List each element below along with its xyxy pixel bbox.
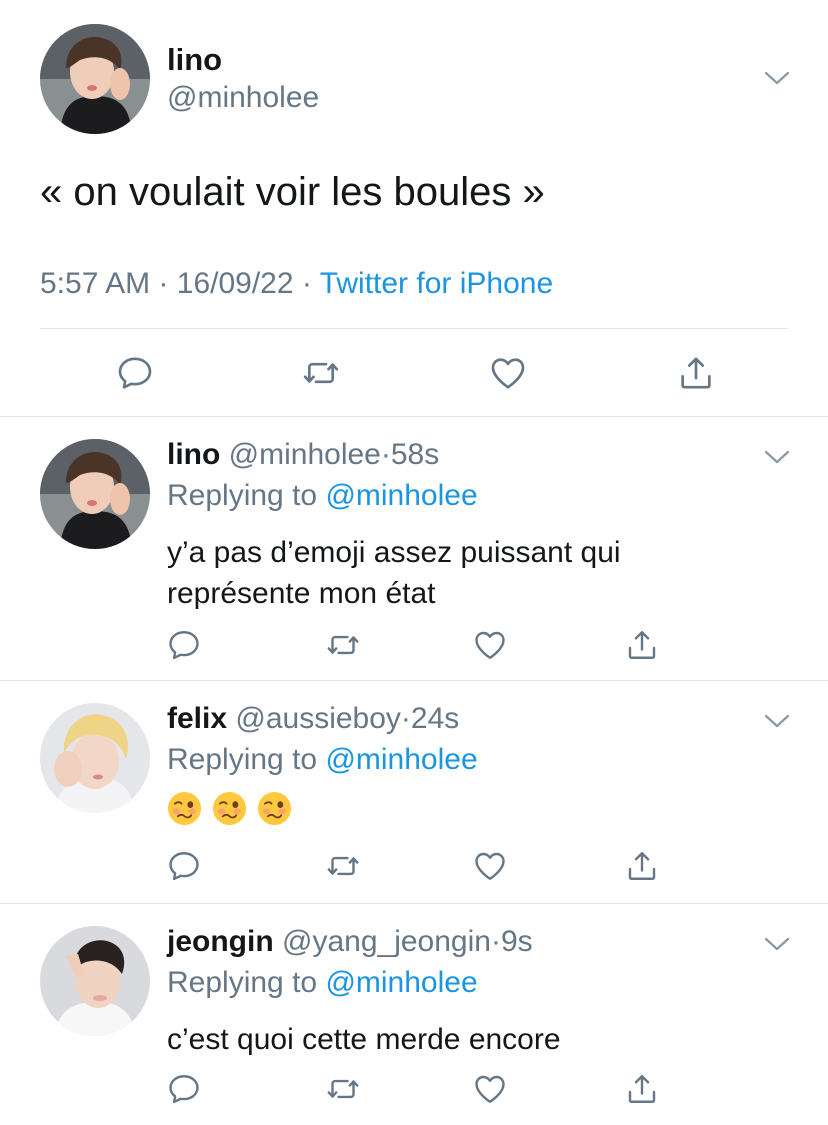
woozy-face-emoji	[167, 791, 202, 826]
avatar[interactable]	[40, 926, 150, 1036]
retweet-icon[interactable]	[325, 848, 361, 884]
avatar[interactable]	[40, 439, 150, 549]
replying-to: Replying to @minholee	[167, 966, 478, 1000]
share-icon[interactable]	[676, 353, 716, 393]
like-icon[interactable]	[472, 848, 508, 884]
reply-header: felix @aussieboy·24s	[167, 702, 459, 736]
meta-separator: ·	[380, 438, 391, 471]
reply-icon[interactable]	[166, 1071, 202, 1107]
reply-icon[interactable]	[166, 627, 202, 663]
meta-separator: ·	[490, 925, 501, 958]
avatar[interactable]	[40, 703, 150, 813]
tweet-meta: 5:57 AM · 16/09/22 · Twitter for iPhone	[40, 267, 553, 301]
reply-icon[interactable]	[166, 848, 202, 884]
avatar[interactable]	[40, 24, 150, 134]
like-icon[interactable]	[472, 627, 508, 663]
author-name[interactable]: lino	[167, 42, 222, 78]
share-icon[interactable]	[624, 848, 660, 884]
retweet-icon[interactable]	[301, 353, 341, 393]
tweet-text-line: c’est quoi cette merde encore	[167, 1023, 561, 1056]
tweet-text: y’a pas d’emoji assez puissant qui repré…	[167, 532, 767, 614]
replying-prefix: Replying to	[167, 479, 318, 512]
author-name[interactable]: felix	[167, 702, 227, 735]
meta-separator: ·	[158, 267, 169, 300]
meta-separator: ·	[400, 702, 411, 735]
main-tweet[interactable]: lino @minholee « on voulait voir les bou…	[0, 0, 828, 417]
author-handle[interactable]: @yang_jeongin	[282, 925, 491, 958]
author-handle[interactable]: @minholee	[229, 438, 381, 471]
chevron-down-icon[interactable]	[763, 69, 791, 87]
tweet-text: c’est quoi cette merde encore	[167, 1019, 767, 1060]
author-name[interactable]: lino	[167, 438, 220, 471]
share-icon[interactable]	[624, 627, 660, 663]
author-handle[interactable]: @minholee	[167, 81, 319, 115]
replying-prefix: Replying to	[167, 743, 318, 776]
reply-tweet[interactable]: jeongin @yang_jeongin·9s Replying to @mi…	[0, 904, 828, 1125]
reply-header: jeongin @yang_jeongin·9s	[167, 925, 533, 959]
retweet-icon[interactable]	[325, 1071, 361, 1107]
author-handle[interactable]: @aussieboy	[235, 702, 401, 735]
tweet-source-link[interactable]: Twitter for iPhone	[320, 267, 553, 300]
chevron-down-icon[interactable]	[763, 448, 791, 466]
woozy-face-emoji	[212, 791, 247, 826]
meta-separator: ·	[301, 267, 312, 300]
reply-icon[interactable]	[115, 353, 155, 393]
replying-to: Replying to @minholee	[167, 743, 478, 777]
tweet-time: 24s	[410, 702, 460, 735]
reply-tweet[interactable]: felix @aussieboy·24s Replying to @minhol…	[0, 681, 828, 904]
replying-prefix: Replying to	[167, 966, 318, 999]
chevron-down-icon[interactable]	[763, 935, 791, 953]
replying-to: Replying to @minholee	[167, 479, 478, 513]
woozy-face-emoji	[257, 791, 292, 826]
tweet-time: 58s	[390, 438, 440, 471]
reply-tweet[interactable]: lino @minholee·58s Replying to @minholee…	[0, 417, 828, 681]
replying-to-link[interactable]: @minholee	[325, 743, 477, 776]
reply-header: lino @minholee·58s	[167, 438, 439, 472]
tweet-text-line: y’a pas d’emoji assez puissant qui	[167, 536, 621, 569]
chevron-down-icon[interactable]	[763, 712, 791, 730]
like-icon[interactable]	[488, 353, 528, 393]
author-name[interactable]: jeongin	[167, 925, 274, 958]
replying-to-link[interactable]: @minholee	[325, 479, 477, 512]
tweet-time: 5:57 AM	[40, 267, 151, 300]
replying-to-link[interactable]: @minholee	[325, 966, 477, 999]
tweet-time: 9s	[500, 925, 533, 958]
like-icon[interactable]	[472, 1071, 508, 1107]
tweet-date: 16/09/22	[176, 267, 294, 300]
tweet-text: « on voulait voir les boules »	[40, 170, 545, 214]
tweet-emoji-row	[167, 791, 292, 826]
divider	[40, 328, 788, 329]
tweet-text-line: représente mon état	[167, 577, 436, 610]
share-icon[interactable]	[624, 1071, 660, 1107]
retweet-icon[interactable]	[325, 627, 361, 663]
